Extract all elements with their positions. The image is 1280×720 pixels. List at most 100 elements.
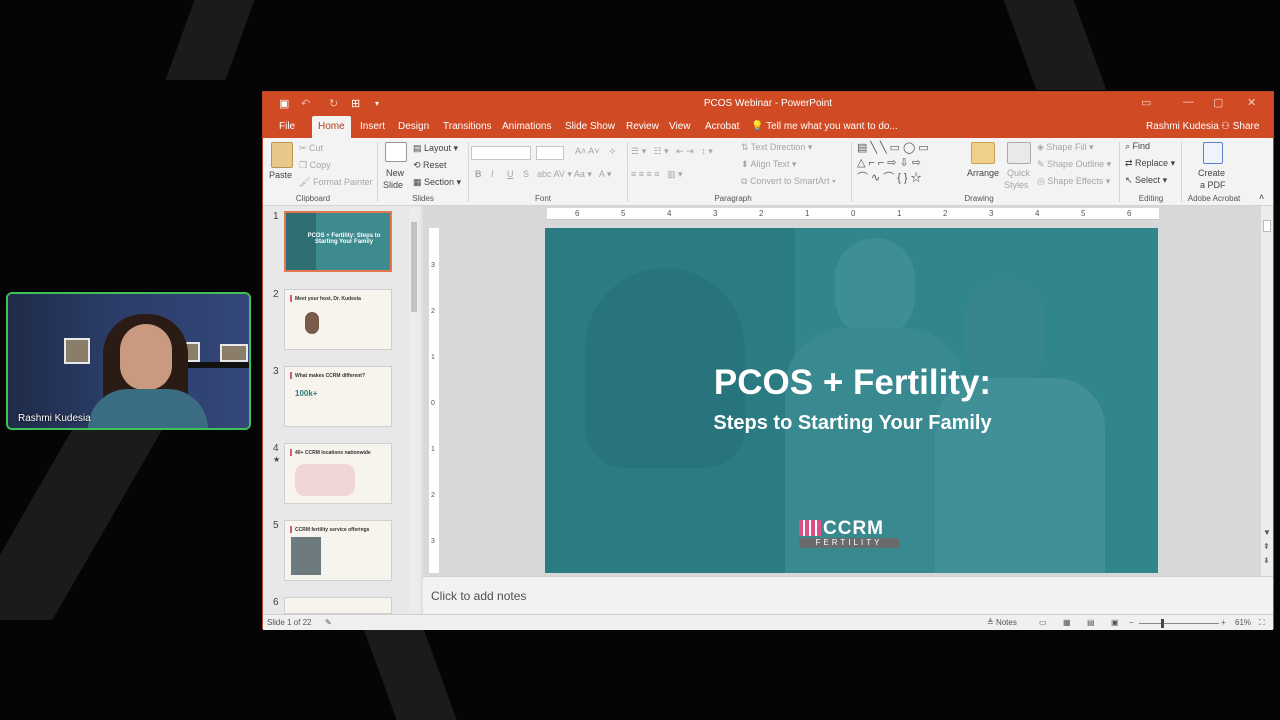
minimize-icon[interactable]: — — [1183, 96, 1194, 108]
find-button[interactable]: ⌕ Find — [1125, 141, 1150, 152]
ruler-tick-label: 3 — [431, 262, 435, 269]
notes-toggle[interactable]: ≜ Notes — [987, 618, 1017, 627]
arrange-icon[interactable] — [971, 142, 995, 164]
paste-button[interactable]: Paste — [269, 170, 292, 180]
shapes-gallery[interactable]: ▤╲╲▭◯▭ △⌐⌐⇨⇩⇨ ⌒∿⌒{}☆ — [857, 141, 932, 186]
shape-fill-button[interactable]: ◈ Shape Fill ▾ — [1037, 142, 1093, 153]
close-icon[interactable]: ✕ — [1247, 96, 1256, 109]
tab-insert[interactable]: Insert — [354, 116, 391, 138]
thumbnail-portrait — [305, 312, 319, 334]
tab-view[interactable]: View — [663, 116, 697, 138]
previous-slide-icon[interactable]: ⇞ — [1263, 542, 1270, 551]
powerpoint-window: ▣ ↶ ↻ ⊞ ▾ PCOS Webinar - PowerPoint ▭ — … — [262, 91, 1274, 630]
create-pdf-icon[interactable] — [1203, 142, 1223, 164]
font-name-input[interactable] — [471, 146, 531, 160]
shape-outline-button[interactable]: ✎ Shape Outline ▾ — [1037, 159, 1111, 170]
scrollbar-thumb[interactable] — [1263, 220, 1271, 232]
tab-transitions[interactable]: Transitions — [437, 116, 498, 138]
section-button[interactable]: ▦ Section ▾ — [413, 177, 461, 188]
new-slide-label-2[interactable]: Slide — [383, 180, 403, 190]
slide-thumbnail-2[interactable]: Meet your host, Dr. Kudesia — [284, 289, 392, 350]
font-more-buttons[interactable]: abc AV ▾ Aa ▾ A ▾ — [537, 169, 611, 180]
font-size-input[interactable] — [536, 146, 564, 160]
alignment-buttons[interactable]: ≡ ≡ ≡ ≡ ▥ ▾ — [631, 169, 683, 180]
slide-thumbnail-4[interactable]: 40+ CCRM locations nationwide — [284, 443, 392, 504]
account-name[interactable]: Rashmi Kudesia — [1146, 116, 1219, 138]
tab-animations[interactable]: Animations — [496, 116, 557, 138]
notes-pane[interactable]: Click to add notes — [423, 576, 1273, 614]
tab-review[interactable]: Review — [620, 116, 665, 138]
fit-to-window-icon[interactable]: ⛶ — [1259, 618, 1265, 628]
spelling-icon[interactable]: ✎ — [325, 618, 332, 627]
thumbnail-number: 5 — [273, 520, 279, 531]
logo-tagline: FERTILITY — [799, 538, 899, 548]
slide-title[interactable]: PCOS + Fertility: — [665, 363, 1040, 403]
zoom-out-icon[interactable]: − — [1129, 618, 1134, 627]
slide-thumbnail-6[interactable] — [284, 597, 392, 614]
participant-video-tile[interactable]: Rashmi Kudesia — [6, 292, 251, 430]
group-divider — [1181, 142, 1182, 202]
tab-design[interactable]: Design — [392, 116, 435, 138]
font-size-buttons[interactable]: A˄ A˅ ⟡ — [575, 146, 615, 157]
slideshow-view-icon[interactable]: ▣ — [1111, 618, 1119, 627]
new-slide-icon[interactable] — [385, 142, 407, 162]
list-buttons[interactable]: ☰ ▾ ☷ ▾ ⇤ ⇥ ↕ ▾ — [631, 146, 713, 157]
editor-scrollbar[interactable]: ▼ ⇞ ⇟ — [1261, 206, 1273, 576]
format-painter-button[interactable]: 🖌 Format Painter — [299, 177, 372, 188]
reset-button[interactable]: ⟲ Reset — [413, 160, 447, 171]
select-button[interactable]: ↖ Select ▾ — [1125, 175, 1167, 186]
slide-thumbnail-5[interactable]: CCRM fertility service offerings — [284, 520, 392, 581]
tell-me-search[interactable]: 💡 Tell me what you want to do... — [751, 116, 898, 138]
scroll-down-icon[interactable]: ▼ — [1263, 528, 1271, 537]
scrollbar-thumb[interactable] — [411, 222, 417, 312]
reading-view-icon[interactable]: ▤ — [1087, 618, 1095, 627]
layout-button[interactable]: ▤ Layout ▾ — [413, 143, 458, 154]
slide-thumbnail-3[interactable]: What makes CCRM different? 100k+ — [284, 366, 392, 427]
shape-effects-button[interactable]: ◎ Shape Effects ▾ — [1037, 176, 1110, 187]
font-group-label: Font — [534, 194, 551, 203]
cut-button[interactable]: ✂ Cut — [299, 143, 323, 154]
collapse-ribbon-icon[interactable]: ˄ — [1259, 192, 1264, 202]
copy-button[interactable]: ❐ Copy — [299, 160, 331, 171]
quick-styles-label-2[interactable]: Styles — [1004, 180, 1029, 190]
underline-button[interactable]: U — [507, 169, 514, 179]
effects-icon: ◎ — [1037, 176, 1048, 186]
quick-styles-icon[interactable] — [1007, 142, 1031, 164]
slide-sorter-icon[interactable]: ▦ — [1063, 618, 1071, 627]
thumbnail-scrollbar[interactable] — [409, 208, 419, 612]
create-pdf-label[interactable]: Create — [1198, 168, 1225, 178]
tab-slide-show[interactable]: Slide Show — [559, 116, 621, 138]
arrange-button[interactable]: Arrange — [967, 168, 999, 178]
wall-photo — [220, 344, 248, 362]
tab-home[interactable]: Home — [312, 116, 351, 138]
maximize-icon[interactable]: ▢ — [1213, 96, 1223, 109]
zoom-level[interactable]: 61% — [1235, 618, 1251, 627]
create-pdf-label-2[interactable]: a PDF — [1200, 180, 1226, 190]
convert-smartart-button[interactable]: ⧉ Convert to SmartArt ▾ — [741, 176, 836, 187]
italic-button[interactable]: I — [491, 169, 494, 179]
bold-button[interactable]: B — [475, 169, 482, 179]
ribbon-options-icon[interactable]: ▭ — [1141, 96, 1151, 109]
tab-file[interactable]: File — [273, 116, 301, 138]
ruler-tick-label: 1 — [805, 209, 810, 218]
slide-subtitle[interactable]: Steps to Starting Your Family — [655, 412, 1050, 435]
zoom-slider[interactable] — [1139, 619, 1219, 628]
tab-acrobat[interactable]: Acrobat — [699, 116, 745, 138]
acrobat-group-label: Adobe Acrobat — [1187, 194, 1241, 203]
current-slide[interactable]: PCOS + Fertility: Steps to Starting Your… — [545, 228, 1158, 573]
share-button[interactable]: ⚇ Share — [1221, 116, 1259, 138]
align-text-button[interactable]: ⬍ Align Text ▾ — [741, 159, 796, 170]
new-slide-label[interactable]: New — [386, 168, 404, 178]
logo-wordmark: CCRM — [823, 518, 884, 539]
zoom-slider-handle[interactable] — [1161, 619, 1164, 628]
replace-button[interactable]: ⇄ Replace ▾ — [1125, 158, 1175, 169]
text-direction-button[interactable]: ⇅ Text Direction ▾ — [741, 142, 812, 153]
zoom-in-icon[interactable]: + — [1221, 618, 1226, 627]
lightbulb-icon: 💡 — [751, 121, 767, 132]
slide-thumbnail-1[interactable]: PCOS + Fertility: Steps to Starting Your… — [284, 211, 392, 272]
quick-styles-label[interactable]: Quick — [1007, 168, 1030, 178]
paste-icon[interactable] — [271, 142, 293, 168]
next-slide-icon[interactable]: ⇟ — [1263, 556, 1270, 565]
normal-view-icon[interactable]: ▭ — [1039, 618, 1047, 627]
shadow-button[interactable]: S — [523, 169, 529, 179]
